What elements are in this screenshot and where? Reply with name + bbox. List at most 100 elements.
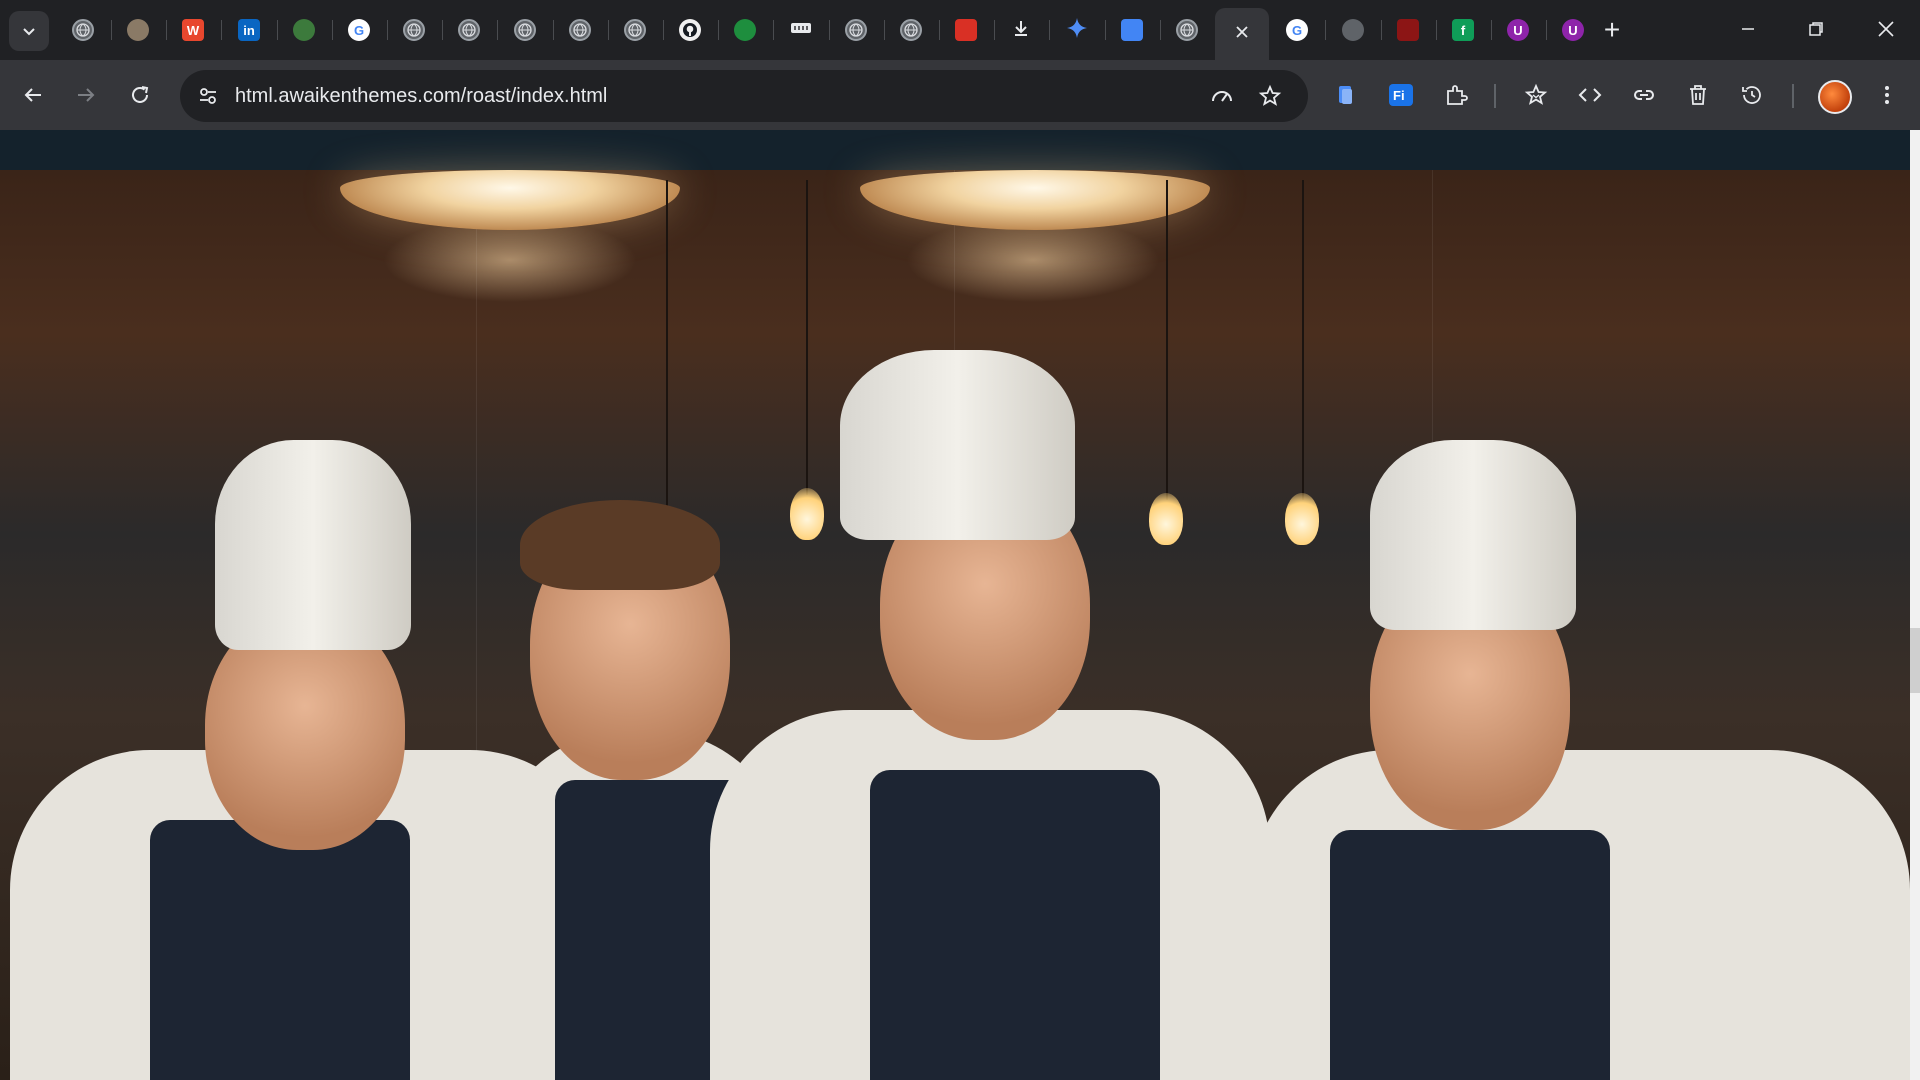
browser-tab[interactable] <box>1003 12 1039 48</box>
close-icon <box>1878 21 1894 37</box>
browser-tab[interactable] <box>65 12 101 48</box>
tab-search-button[interactable] <box>9 11 49 51</box>
delete-button[interactable] <box>1679 76 1717 114</box>
bookmark-star-icon <box>1258 84 1282 106</box>
browser-tab[interactable] <box>562 12 598 48</box>
cart-icon <box>955 19 977 41</box>
browser-tab[interactable] <box>1059 12 1095 48</box>
stanford-icon <box>1397 19 1419 41</box>
tab-separator <box>166 20 167 40</box>
extensions-button[interactable] <box>1437 76 1475 114</box>
menu-button[interactable] <box>1868 76 1906 114</box>
tab-separator <box>497 20 498 40</box>
browser-tab[interactable] <box>783 12 819 48</box>
address-bar[interactable]: html.awaikenthemes.com/roast/index.html <box>180 70 1308 122</box>
gemini-icon <box>1066 17 1088 44</box>
tab-separator <box>277 20 278 40</box>
browser-tab[interactable] <box>507 12 543 48</box>
globe-icon <box>458 19 480 41</box>
extension-fi-button[interactable]: Fi <box>1382 76 1420 114</box>
browser-tab[interactable] <box>1114 12 1150 48</box>
browser-tab[interactable] <box>838 12 874 48</box>
performance-button[interactable] <box>1204 78 1240 114</box>
tab-separator <box>884 20 885 40</box>
browser-tab[interactable]: G <box>1279 12 1315 48</box>
toolbar-divider <box>1494 84 1496 108</box>
tab-separator <box>939 20 940 40</box>
site-header-bar <box>0 130 1910 170</box>
hanging-bulb <box>1149 493 1183 545</box>
tab-separator <box>387 20 388 40</box>
globe-icon <box>569 19 591 41</box>
lamp-cord <box>666 180 668 520</box>
page-scrollbar-thumb[interactable] <box>1910 628 1920 693</box>
page-scrollbar-track[interactable] <box>1910 130 1920 1080</box>
purple-u-icon: U <box>1562 19 1584 41</box>
browser-tab[interactable]: in <box>231 12 267 48</box>
hanging-bulb <box>1285 493 1319 545</box>
browser-tab[interactable] <box>120 12 156 48</box>
tab-separator <box>1160 20 1161 40</box>
gray-circle-icon <box>1342 19 1364 41</box>
reload-button[interactable] <box>119 74 161 116</box>
copy-link-button[interactable] <box>1625 76 1663 114</box>
browser-tab[interactable]: G <box>341 12 377 48</box>
forward-button[interactable] <box>65 74 107 116</box>
document-icon <box>1339 86 1352 104</box>
tab-separator <box>1491 20 1492 40</box>
bookmark-button[interactable] <box>1252 78 1288 114</box>
url-text[interactable]: html.awaikenthemes.com/roast/index.html <box>235 85 607 108</box>
close-icon[interactable] <box>1234 24 1250 45</box>
extension-document-button[interactable] <box>1327 76 1365 114</box>
browser-tab[interactable]: W <box>175 12 211 48</box>
tune-icon <box>200 88 216 104</box>
people-icon <box>293 19 315 41</box>
site-info-button[interactable] <box>190 78 226 114</box>
toolbar-divider <box>1792 84 1794 108</box>
tab-separator <box>718 20 719 40</box>
restore-button[interactable] <box>1786 8 1846 50</box>
view-source-button[interactable] <box>1571 76 1609 114</box>
reading-list-button[interactable] <box>1517 76 1555 114</box>
back-button[interactable] <box>12 74 54 116</box>
browser-tab[interactable] <box>1215 8 1269 60</box>
google-icon: G <box>1286 19 1308 41</box>
browser-tab[interactable] <box>727 12 763 48</box>
close-window-button[interactable] <box>1856 8 1916 50</box>
browser-tab[interactable] <box>1335 12 1371 48</box>
tab-separator <box>829 20 830 40</box>
history-button[interactable] <box>1733 76 1771 114</box>
browser-tab[interactable] <box>1390 12 1426 48</box>
tab-separator <box>608 20 609 40</box>
browser-tab[interactable] <box>617 12 653 48</box>
tab-separator <box>553 20 554 40</box>
browser-tab[interactable]: f <box>1445 12 1481 48</box>
new-tab-button[interactable]: + <box>1594 14 1630 46</box>
minimize-button[interactable] <box>1718 8 1778 50</box>
globe-icon <box>1176 19 1198 41</box>
kebab-menu-icon <box>1885 86 1889 104</box>
green-badge-icon <box>734 19 756 41</box>
pendant-lamp <box>340 170 680 230</box>
globe-icon <box>900 19 922 41</box>
browser-tab[interactable] <box>672 12 708 48</box>
lamp-cord <box>806 180 808 495</box>
browser-tab[interactable] <box>948 12 984 48</box>
browser-tab[interactable] <box>1169 12 1205 48</box>
page-viewport <box>0 130 1920 1080</box>
browser-tab[interactable]: U <box>1555 12 1591 48</box>
tab-separator <box>1546 20 1547 40</box>
browser-tab[interactable]: U <box>1500 12 1536 48</box>
browser-tab[interactable] <box>451 12 487 48</box>
lamp-cord <box>1302 180 1304 500</box>
download-icon <box>1012 19 1030 42</box>
reading-list-star-icon <box>1524 83 1548 105</box>
browser-tab[interactable] <box>893 12 929 48</box>
profile-avatar[interactable] <box>1818 80 1852 114</box>
hero-image-chefs <box>0 170 1910 1080</box>
browser-tab[interactable] <box>286 12 322 48</box>
tab-separator <box>1325 20 1326 40</box>
tab-separator <box>332 20 333 40</box>
browser-tab[interactable] <box>396 12 432 48</box>
tab-separator <box>773 20 774 40</box>
